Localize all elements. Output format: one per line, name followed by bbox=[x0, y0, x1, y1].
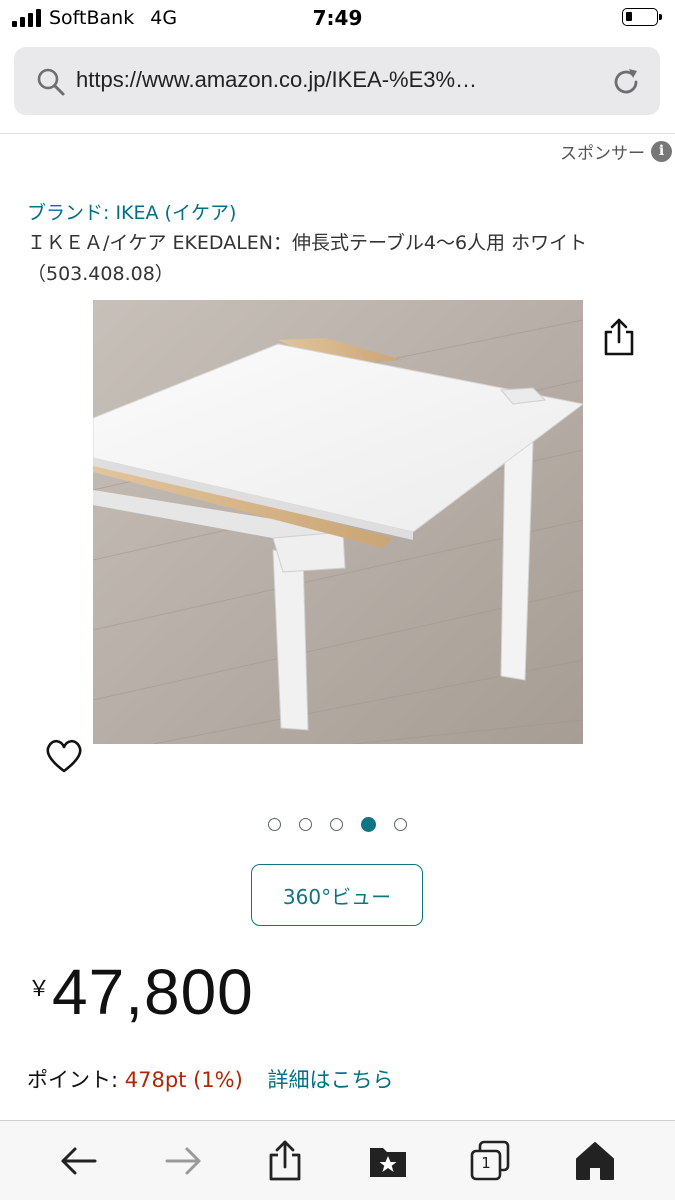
points-label: ポイント: bbox=[27, 1068, 125, 1092]
points-details-link[interactable]: 詳細はこちら bbox=[267, 1068, 393, 1092]
share-icon[interactable] bbox=[263, 1139, 307, 1183]
tabs-count: 1 bbox=[481, 1154, 491, 1172]
carousel-dot-active[interactable] bbox=[361, 817, 376, 832]
product-image[interactable] bbox=[93, 300, 583, 744]
sponsored-text: スポンサー bbox=[560, 143, 645, 164]
home-icon[interactable] bbox=[573, 1139, 617, 1183]
price-currency: ￥ bbox=[28, 977, 51, 1002]
tabs-button[interactable]: 1 bbox=[468, 1139, 512, 1183]
back-arrow-icon[interactable] bbox=[57, 1139, 101, 1183]
carousel-dot[interactable] bbox=[299, 818, 312, 831]
info-icon[interactable]: i bbox=[651, 140, 672, 162]
bookmarks-icon[interactable] bbox=[366, 1139, 410, 1183]
status-bar: SoftBank 4G 7:49 bbox=[0, 0, 675, 38]
address-bar[interactable]: https://www.amazon.co.jp/IKEA-%E3%… bbox=[14, 47, 660, 115]
search-icon bbox=[37, 68, 65, 96]
carousel-dot[interactable] bbox=[268, 818, 281, 831]
share-icon[interactable] bbox=[601, 317, 637, 357]
points-value: 478pt (1%) bbox=[124, 1068, 243, 1092]
brand-link[interactable]: ブランド: IKEA (イケア) bbox=[27, 198, 236, 225]
view-360-button[interactable]: 360°ビュー bbox=[251, 864, 423, 926]
forward-arrow-icon[interactable] bbox=[161, 1139, 205, 1183]
sponsored-label[interactable]: スポンサー i bbox=[560, 138, 672, 164]
divider bbox=[0, 133, 675, 134]
url-text[interactable]: https://www.amazon.co.jp/IKEA-%E3%… bbox=[76, 67, 601, 93]
points-row: ポイント: 478pt (1%) 詳細はこちら bbox=[27, 1064, 393, 1094]
image-carousel-dots[interactable] bbox=[0, 817, 675, 832]
heart-icon[interactable] bbox=[44, 737, 84, 775]
carousel-dot[interactable] bbox=[394, 818, 407, 831]
product-title: ＩＫＥＡ/イケア EKEDALEN：伸長式テーブル4〜6人用 ホワイト （503… bbox=[27, 232, 588, 285]
battery-icon bbox=[622, 8, 662, 26]
price-amount: 47,800 bbox=[52, 956, 254, 1028]
browser-toolbar: 1 bbox=[0, 1120, 675, 1200]
status-time: 7:49 bbox=[312, 6, 363, 30]
carousel-dot[interactable] bbox=[330, 818, 343, 831]
reload-icon[interactable] bbox=[610, 66, 642, 98]
